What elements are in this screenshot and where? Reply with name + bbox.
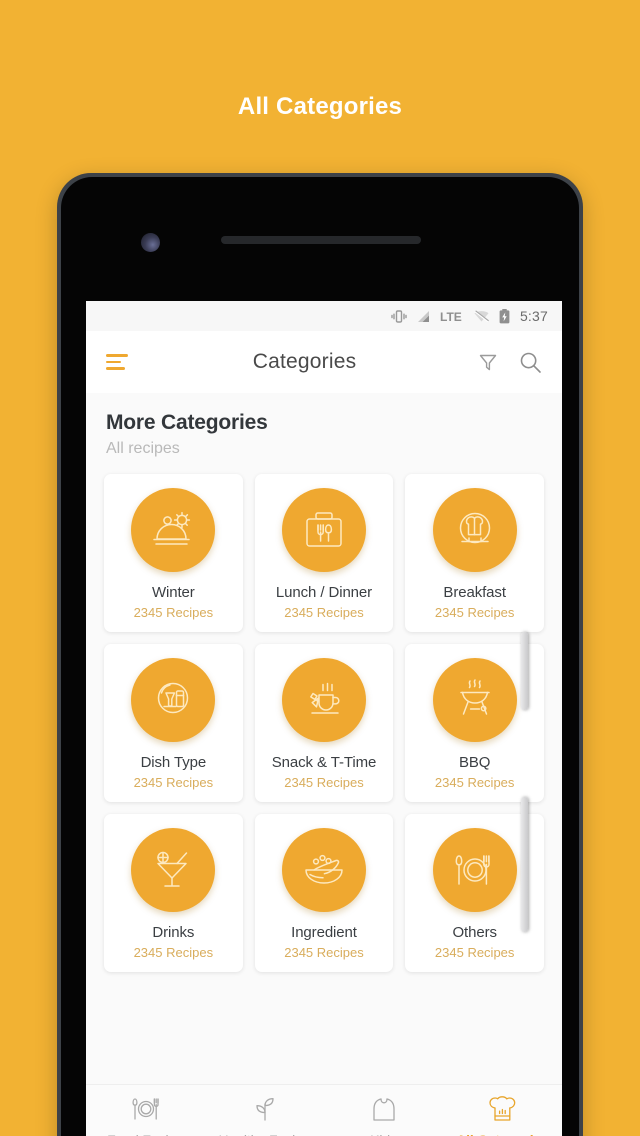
signal-icon xyxy=(416,310,431,323)
category-count: 2345 Recipes xyxy=(133,605,214,620)
search-icon[interactable] xyxy=(519,351,542,374)
category-card-snack-t-time[interactable]: Snack & T-Time 2345 Recipes xyxy=(254,644,394,802)
category-count: 2345 Recipes xyxy=(284,945,364,960)
teacup-teabag-icon xyxy=(300,678,348,722)
bottom-navigation: Food Fusion Healthy Fusion xyxy=(86,1084,562,1136)
apron-icon xyxy=(369,1096,399,1124)
category-icon-wrapper xyxy=(281,488,366,572)
category-name: Snack & T-Time xyxy=(271,754,377,771)
phone-frame: LTE 5:37 Categories More Categories All … xyxy=(57,173,583,1136)
category-card-lunch-dinner[interactable]: Lunch / Dinner 2345 Recipes xyxy=(254,474,394,632)
hamburger-line xyxy=(106,367,125,370)
hamburger-line xyxy=(106,360,121,364)
chef-hat-icon xyxy=(488,1095,518,1124)
category-icon-wrapper xyxy=(131,658,216,742)
category-card-dish-type[interactable]: Dish Type 2345 Recipes xyxy=(104,644,243,802)
vibrate-icon xyxy=(391,309,407,324)
categories-scroll-area[interactable]: More Categories All recipes Winter 2345 … xyxy=(86,393,562,1084)
volume-button[interactable] xyxy=(521,632,528,710)
nav-label: Kids xyxy=(370,1132,397,1136)
battery-charging-icon xyxy=(499,308,510,324)
category-name: BBQ xyxy=(458,754,491,771)
category-icon-wrapper xyxy=(432,828,517,912)
app-bar-title: Categories xyxy=(252,350,357,373)
hamburger-line xyxy=(106,354,128,357)
cocktail-glass-icon xyxy=(150,847,196,893)
category-card-drinks[interactable]: Drinks 2345 Recipes xyxy=(104,814,243,972)
category-name: Lunch / Dinner xyxy=(275,584,373,601)
filter-icon[interactable] xyxy=(477,351,499,373)
category-name: Dish Type xyxy=(140,754,207,771)
food-dome-sun-icon xyxy=(149,508,197,552)
section-subtitle: All recipes xyxy=(106,440,180,457)
nav-item-healthy-fusion[interactable]: Healthy Fusion xyxy=(205,1096,324,1136)
category-count: 2345 Recipes xyxy=(284,775,364,790)
plate-glass-napkin-icon xyxy=(150,678,196,722)
front-camera-icon xyxy=(141,233,160,252)
category-name: Ingredient xyxy=(291,924,357,941)
wifi-off-icon xyxy=(473,309,490,323)
category-count: 2345 Recipes xyxy=(133,945,214,960)
plate-cutlery-icon xyxy=(451,849,499,891)
category-name: Breakfast xyxy=(443,584,506,601)
section-title: More Categories xyxy=(106,411,268,434)
categories-grid: Winter 2345 Recipes Lunch / Dinner 2345 … xyxy=(86,466,562,986)
hamburger-icon[interactable] xyxy=(106,354,132,370)
category-icon-wrapper xyxy=(432,488,517,572)
category-count: 2345 Recipes xyxy=(434,605,515,620)
power-button[interactable] xyxy=(521,797,528,932)
status-bar: LTE 5:37 xyxy=(86,301,562,331)
phone-bezel: LTE 5:37 Categories More Categories All … xyxy=(61,177,579,1136)
category-icon-wrapper xyxy=(281,828,366,912)
category-icon-wrapper xyxy=(131,488,216,572)
lunchbox-cutlery-icon xyxy=(301,508,347,552)
category-count: 2345 Recipes xyxy=(133,775,214,790)
status-time: 5:37 xyxy=(519,308,548,324)
category-icon-wrapper xyxy=(131,828,216,912)
leaf-sprout-icon xyxy=(249,1096,281,1124)
grill-icon xyxy=(452,677,498,723)
nav-label: All Categories xyxy=(456,1132,549,1136)
category-icon-wrapper xyxy=(432,658,517,742)
category-card-breakfast[interactable]: Breakfast 2345 Recipes xyxy=(405,474,544,632)
category-count: 2345 Recipes xyxy=(434,775,515,790)
category-name: Winter xyxy=(151,584,195,601)
nav-label: Healthy Fusion xyxy=(219,1132,311,1136)
phone-screen: LTE 5:37 Categories More Categories All … xyxy=(86,301,562,1136)
app-bar: Categories xyxy=(86,331,562,393)
lte-icon: LTE xyxy=(440,310,464,323)
category-name: Drinks xyxy=(152,924,195,941)
earpiece-speaker xyxy=(221,236,421,244)
toaster-bread-icon xyxy=(452,508,498,552)
mortar-pestle-icon xyxy=(300,848,348,892)
nav-label: Food Fusion xyxy=(107,1132,184,1136)
category-count: 2345 Recipes xyxy=(284,605,364,620)
category-icon-wrapper xyxy=(281,658,366,742)
nav-item-kids[interactable]: Kids xyxy=(324,1096,443,1136)
category-card-ingredient[interactable]: Ingredient 2345 Recipes xyxy=(254,814,394,972)
nav-item-food-fusion[interactable]: Food Fusion xyxy=(86,1096,205,1136)
category-count: 2345 Recipes xyxy=(434,945,515,960)
page-title: All Categories xyxy=(237,93,403,120)
svg-text:LTE: LTE xyxy=(440,310,462,323)
category-card-winter[interactable]: Winter 2345 Recipes xyxy=(104,474,243,632)
app-bar-actions xyxy=(477,351,542,374)
section-header: More Categories All recipes xyxy=(86,393,562,466)
nav-item-all-categories[interactable]: All Categories xyxy=(443,1095,562,1136)
plate-cutlery-icon xyxy=(130,1096,162,1124)
